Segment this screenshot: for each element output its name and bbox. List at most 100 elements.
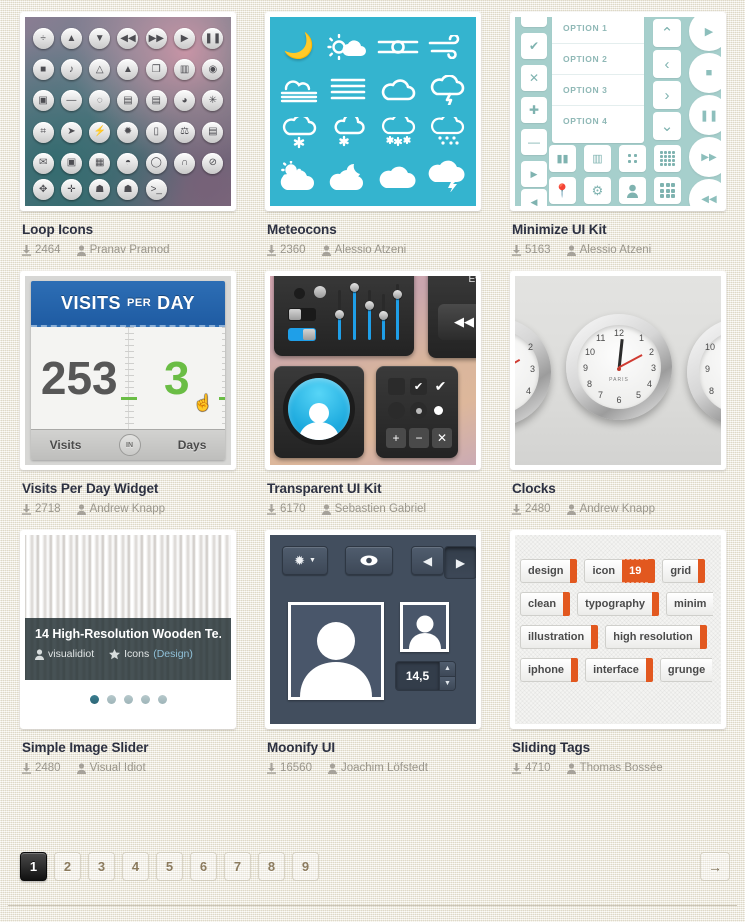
download-icon: [512, 244, 521, 256]
slider-knob[interactable]: [365, 301, 374, 310]
checkbox-checked[interactable]: ✔: [410, 378, 427, 395]
thumbnail-frame[interactable]: Every ◀◀ ✔ ✔: [265, 271, 481, 470]
author-name[interactable]: Pranav Pramod: [90, 244, 170, 256]
pagination-page-7[interactable]: 7: [224, 852, 251, 881]
author-name[interactable]: Thomas Bossée: [580, 762, 663, 774]
previous-button[interactable]: ◀: [411, 546, 444, 575]
card-title[interactable]: Visits Per Day Widget: [22, 481, 236, 496]
pagination-page-5[interactable]: 5: [156, 852, 183, 881]
pagination-page-2[interactable]: 2: [54, 852, 81, 881]
thumbnail-frame[interactable]: 2 3 4 12 1 2 3 4 5 6 7 8 9 10 11 PARIS 1…: [510, 271, 726, 470]
preview-eye-button[interactable]: [345, 546, 393, 575]
resource-card[interactable]: 14 High-Resolution Wooden Te... visualid…: [20, 530, 236, 774]
author-name[interactable]: Visual Idiot: [90, 762, 146, 774]
card-title[interactable]: Transparent UI Kit: [267, 481, 481, 496]
resource-card[interactable]: VISITS PER DAY 253 3 ☝ Visits IN Days Vi…: [20, 271, 236, 515]
tag[interactable]: grunge: [659, 658, 713, 682]
author-name[interactable]: Andrew Knapp: [90, 503, 165, 515]
slide-category-name[interactable]: Icons: [124, 648, 149, 660]
slide-category-link[interactable]: (Design): [153, 648, 193, 660]
card-title[interactable]: Loop Icons: [22, 222, 236, 237]
tag[interactable]: clean: [520, 592, 571, 616]
stepper-value[interactable]: 14,5: [396, 662, 439, 690]
card-title[interactable]: Simple Image Slider: [22, 740, 236, 755]
card-title[interactable]: Sliding Tags: [512, 740, 726, 755]
chevron-right-icon: ›: [653, 81, 681, 109]
resource-card[interactable]: ÷ ▲ ▼ ◀◀ ▶▶ ▶ ❚❚ ■ ♪ △ ▲ ❐ ▥ ◉ ▣ — ◌ ▤ ▤…: [20, 12, 236, 256]
thumbnail-frame[interactable]: VISITS PER DAY 253 3 ☝ Visits IN Days: [20, 271, 236, 470]
radio-empty[interactable]: [388, 402, 405, 419]
resource-card[interactable]: ✹ ▼ ◀ ▶ 14,5 ▲ ▼ Moonify UI 16560 Joachi…: [265, 530, 481, 774]
slider-knob[interactable]: [379, 311, 388, 320]
tag[interactable]: interface: [585, 658, 653, 682]
slider-knob[interactable]: [335, 310, 344, 319]
slider-dots: [25, 695, 231, 704]
resource-card[interactable]: 🌙 Meteocons 2360 Alessio Atzeni: [265, 12, 481, 256]
card-title[interactable]: Clocks: [512, 481, 726, 496]
slider-dot[interactable]: [106, 695, 116, 704]
slider-dot[interactable]: [140, 695, 150, 704]
radio-selected[interactable]: [410, 402, 427, 419]
tag[interactable]: minim: [666, 592, 714, 616]
thumbnail-frame[interactable]: design icon 19 grid clean typography min…: [510, 530, 726, 729]
tag[interactable]: high resolution: [605, 625, 707, 649]
resource-card[interactable]: ✔ ✕ ✚ — ▶ ◀ OPTION 1 OPTION 2 OPTION 3 O…: [510, 12, 726, 256]
slider-knob[interactable]: [393, 290, 402, 299]
slider-handle-right[interactable]: [219, 397, 225, 400]
card-title[interactable]: Minimize UI Kit: [512, 222, 726, 237]
slide-headline[interactable]: 14 High-Resolution Wooden Te...: [35, 627, 221, 641]
tag[interactable]: design: [520, 559, 578, 583]
resource-card[interactable]: 2 3 4 12 1 2 3 4 5 6 7 8 9 10 11 PARIS 1…: [510, 271, 726, 515]
stepper-up-icon[interactable]: ▲: [439, 662, 455, 676]
thumbnail-frame[interactable]: ✹ ▼ ◀ ▶ 14,5 ▲ ▼: [265, 530, 481, 729]
pagination-page-1[interactable]: 1: [20, 852, 47, 881]
thumbnail-frame[interactable]: ✔ ✕ ✚ — ▶ ◀ OPTION 1 OPTION 2 OPTION 3 O…: [510, 12, 726, 211]
in-toggle[interactable]: IN: [118, 434, 141, 456]
thumbnail-frame[interactable]: 🌙: [265, 12, 481, 211]
thumbnail-frame[interactable]: 14 High-Resolution Wooden Te... visualid…: [20, 530, 236, 729]
tag[interactable]: grid: [662, 559, 706, 583]
option-row[interactable]: OPTION 3: [552, 75, 644, 106]
author-name[interactable]: Alessio Atzeni: [335, 244, 407, 256]
author-name[interactable]: Alessio Atzeni: [580, 244, 652, 256]
card-title[interactable]: Moonify UI: [267, 740, 481, 755]
option-row[interactable]: OPTION 2: [552, 44, 644, 75]
pagination-page-4[interactable]: 4: [122, 852, 149, 881]
slider-dot[interactable]: [157, 695, 167, 704]
pagination-page-6[interactable]: 6: [190, 852, 217, 881]
pagination-page-9[interactable]: 9: [292, 852, 319, 881]
settings-dropdown-button[interactable]: ✹ ▼: [282, 546, 328, 575]
tag[interactable]: illustration: [520, 625, 599, 649]
plus-button[interactable]: +: [386, 428, 406, 448]
rewind-button[interactable]: ◀◀: [438, 304, 476, 340]
next-button[interactable]: ▶: [444, 546, 476, 579]
minus-button[interactable]: −: [409, 428, 429, 448]
slider-dot[interactable]: [89, 695, 99, 704]
stepper-down-icon[interactable]: ▼: [439, 675, 455, 690]
tag[interactable]: iphone: [520, 658, 579, 682]
pagination-next-button[interactable]: →: [700, 852, 730, 881]
close-button[interactable]: ✕: [432, 428, 452, 448]
options-list[interactable]: OPTION 1 OPTION 2 OPTION 3 OPTION 4: [552, 17, 644, 143]
slider-knob[interactable]: [350, 283, 359, 292]
pagination-page-3[interactable]: 3: [88, 852, 115, 881]
pagination-page-8[interactable]: 8: [258, 852, 285, 881]
card-title[interactable]: Meteocons: [267, 222, 481, 237]
slider-handle-left[interactable]: [120, 397, 137, 400]
number-stepper[interactable]: 14,5 ▲ ▼: [395, 661, 456, 691]
slide-author-name[interactable]: visualidiot: [48, 648, 94, 660]
author-name[interactable]: Andrew Knapp: [580, 503, 655, 515]
author-name[interactable]: Sebastien Gabriel: [335, 503, 426, 515]
download-count-value: 2480: [525, 503, 551, 515]
thumbnail-frame[interactable]: ÷ ▲ ▼ ◀◀ ▶▶ ▶ ❚❚ ■ ♪ △ ▲ ❐ ▥ ◉ ▣ — ◌ ▤ ▤…: [20, 12, 236, 211]
resource-card[interactable]: design icon 19 grid clean typography min…: [510, 530, 726, 774]
checkbox-empty[interactable]: [388, 378, 405, 395]
option-row[interactable]: OPTION 1: [552, 17, 644, 44]
phone-icon: ▯: [145, 121, 167, 143]
resource-card[interactable]: Every ◀◀ ✔ ✔: [265, 271, 481, 515]
slider-dot[interactable]: [123, 695, 133, 704]
author-name[interactable]: Joachim Löfstedt: [341, 762, 428, 774]
option-row[interactable]: OPTION 4: [552, 106, 644, 136]
tag-with-count[interactable]: icon 19: [584, 559, 656, 583]
tag[interactable]: typography: [577, 592, 660, 616]
